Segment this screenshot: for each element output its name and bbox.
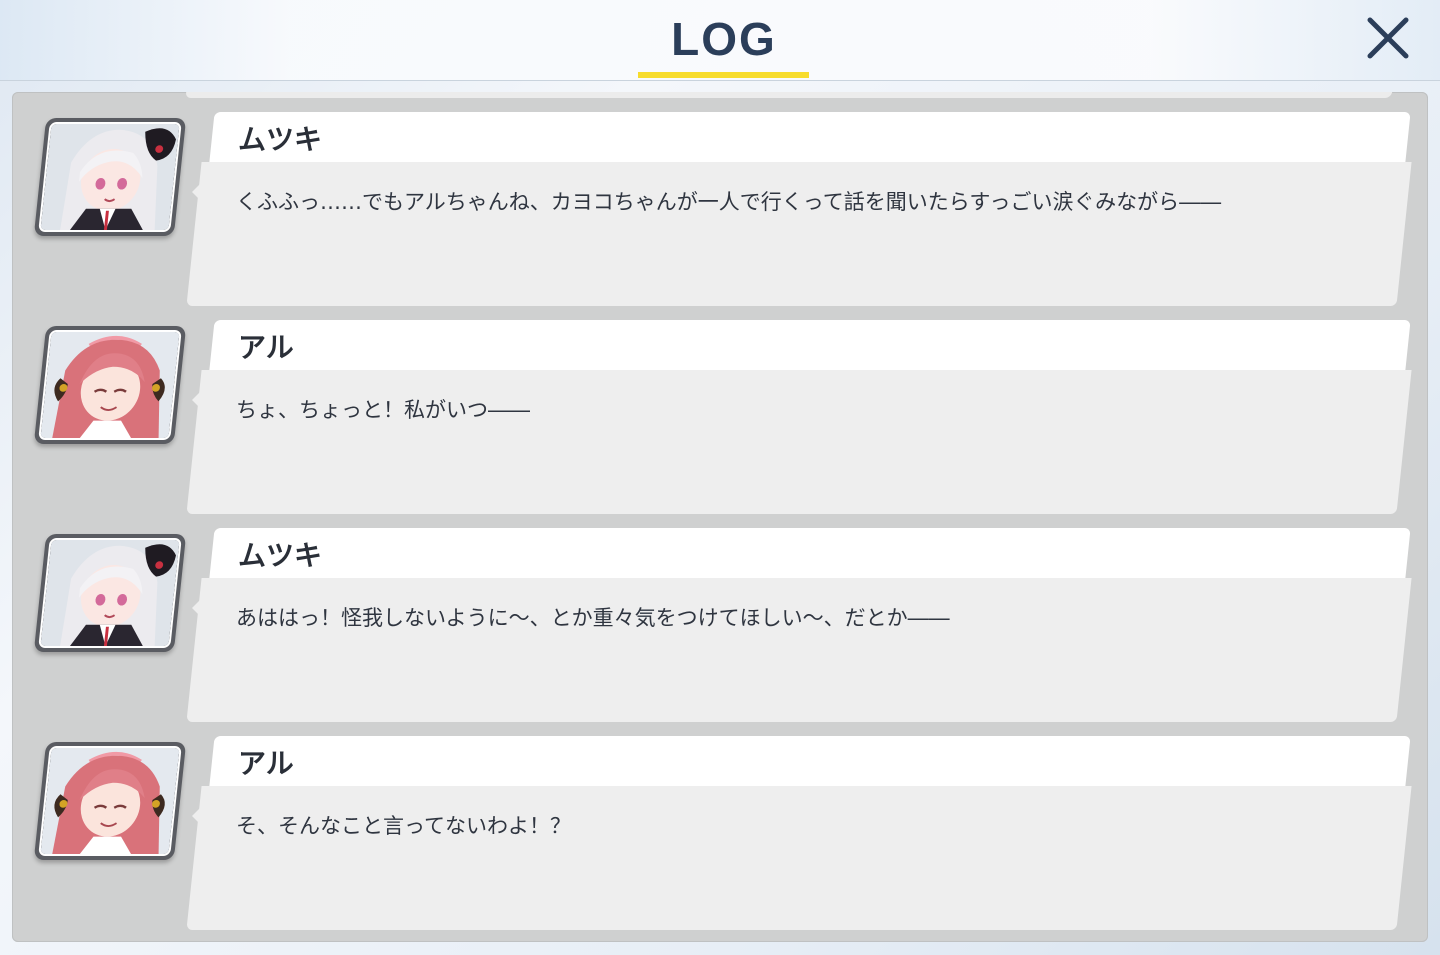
- log-entry: ムツキ くふふっ……でもアルちゃんね、カヨコちゃんが一人で行くって話を聞いたらす…: [12, 92, 1428, 306]
- mutsuki-portrait-icon: [40, 540, 180, 646]
- message-tail: [192, 170, 214, 214]
- speaker-name: アル: [238, 331, 294, 364]
- close-icon: [1367, 17, 1409, 59]
- message-tail: [192, 794, 214, 838]
- speaker-name: ムツキ: [238, 539, 323, 572]
- message-tail: [192, 378, 214, 422]
- log-entry: ムツキ あははっ！怪我しないように～、とか重々気をつけてほしい～、だとか――: [12, 508, 1428, 722]
- log-entry: アル そ、そんなこと言ってないわよ！？: [12, 716, 1428, 930]
- speaker-name: ムツキ: [238, 123, 323, 156]
- speaker-name-bar: [209, 112, 1411, 162]
- message-text: くふふっ……でもアルちゃんね、カヨコちゃんが一人で行くって話を聞いたらすっごい涙…: [236, 190, 1222, 214]
- close-button[interactable]: [1360, 12, 1416, 68]
- speaker-name-bar: [209, 320, 1411, 370]
- mutsuki-portrait-icon: [40, 124, 180, 230]
- aru-portrait-icon: [40, 748, 180, 854]
- message-tail: [192, 586, 214, 630]
- log-list[interactable]: ムツキ くふふっ……でもアルちゃんね、カヨコちゃんが一人で行くって話を聞いたらす…: [12, 92, 1428, 942]
- avatar: [33, 534, 187, 652]
- message-text: ちょ、ちょっと！私がいつ――: [236, 398, 530, 422]
- message-text: そ、そんなこと言ってないわよ！？: [236, 814, 571, 838]
- log-title: LOG: [671, 13, 777, 65]
- aru-portrait-icon: [40, 332, 180, 438]
- log-header: LOG: [0, 0, 1440, 81]
- avatar: [33, 326, 187, 444]
- speaker-name-bar: [209, 736, 1411, 786]
- title-underline: [638, 72, 809, 78]
- log-entry: アル ちょ、ちょっと！私がいつ――: [12, 300, 1428, 514]
- message-text: あははっ！怪我しないように～、とか重々気をつけてほしい～、だとか――: [236, 606, 950, 630]
- avatar: [33, 742, 187, 860]
- avatar: [33, 118, 187, 236]
- speaker-name-bar: [209, 528, 1411, 578]
- speaker-name: アル: [238, 747, 294, 780]
